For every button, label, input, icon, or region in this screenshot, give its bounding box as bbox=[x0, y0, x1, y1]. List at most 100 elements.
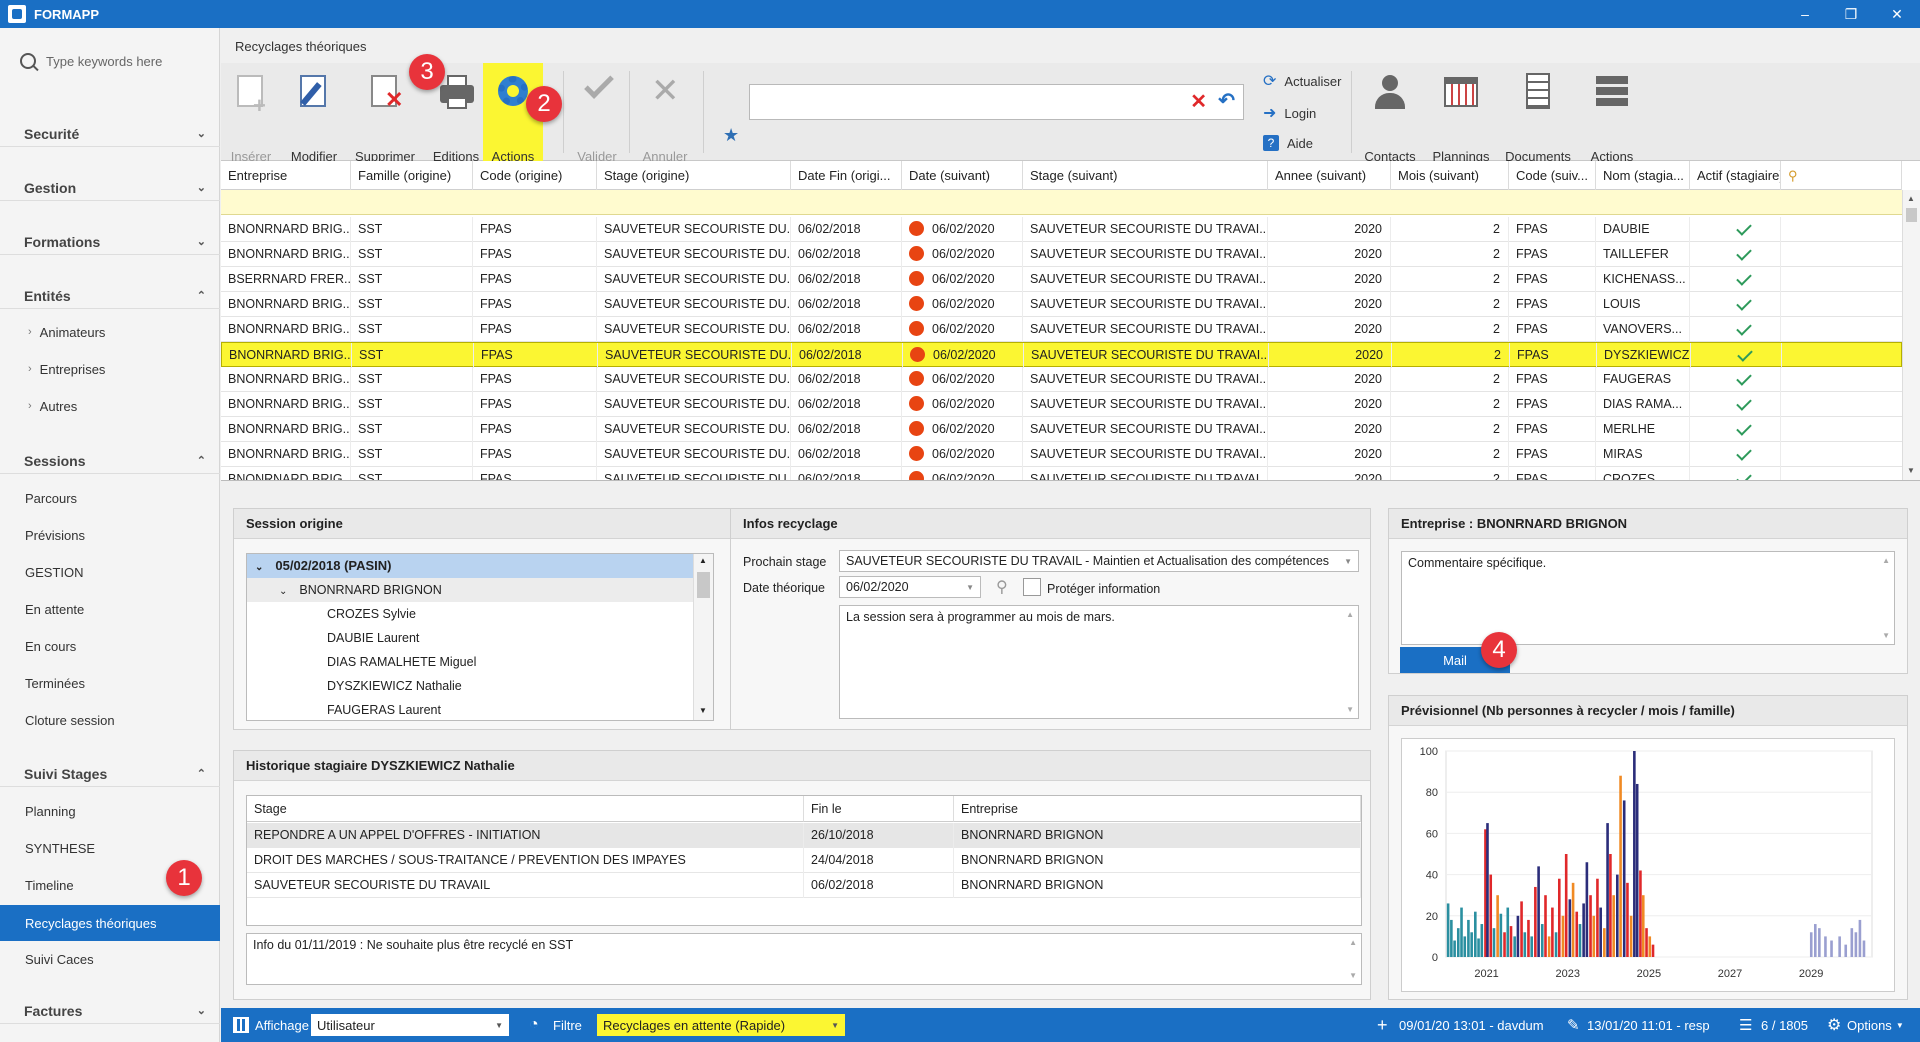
inserer-button[interactable]: + Insérer bbox=[223, 63, 279, 164]
historique-info-textarea[interactable]: Info du 01/11/2019 : Ne souhaite plus êt… bbox=[246, 933, 1362, 985]
favorite-star-icon[interactable]: ★ bbox=[723, 125, 739, 146]
nav-section-sessions[interactable]: Sessions ⌃ bbox=[0, 448, 220, 474]
plannings-button[interactable]: Plannings bbox=[1426, 63, 1496, 164]
column-header[interactable]: Code (suiv... bbox=[1509, 161, 1596, 190]
sidebar-item-entreprises[interactable]: › Entreprises bbox=[0, 354, 220, 384]
sidebar-item-terminees[interactable]: Terminées bbox=[0, 668, 220, 698]
sidebar-item-animateurs[interactable]: › Animateurs bbox=[0, 317, 220, 347]
documents-button[interactable]: Documents bbox=[1499, 63, 1577, 164]
scroll-thumb[interactable] bbox=[1906, 208, 1917, 222]
modifier-button[interactable]: Modifier bbox=[281, 63, 347, 164]
sidebar-item-recyclages-theoriques[interactable]: Recyclages théoriques bbox=[0, 905, 220, 941]
close-button[interactable]: ✕ bbox=[1874, 0, 1920, 28]
undo-icon[interactable]: ↶ bbox=[1218, 88, 1235, 113]
scroll-down-icon[interactable]: ▼ bbox=[1882, 631, 1890, 640]
clear-search-icon[interactable]: ✕ bbox=[1190, 89, 1207, 114]
filtre-select[interactable]: Recyclages en attente (Rapide) ▼ bbox=[597, 1014, 845, 1036]
sidebar-item-en-cours[interactable]: En cours bbox=[0, 631, 220, 661]
column-header[interactable]: Stage (origine) bbox=[597, 161, 791, 190]
table-row[interactable]: BNONRNARD BRIG... SST FPAS SAUVETEUR SECOUR… bbox=[221, 217, 1902, 242]
scroll-thumb[interactable] bbox=[697, 572, 710, 598]
sidebar-search[interactable]: Type keywords here bbox=[20, 53, 162, 69]
scroll-down-icon[interactable]: ▼ bbox=[1907, 466, 1915, 475]
sidebar-item-parcours[interactable]: Parcours bbox=[0, 483, 220, 513]
table-row[interactable]: BNONRNARD BRIG... SST FPAS SAUVETEUR SECOUR… bbox=[221, 392, 1902, 417]
key-icon[interactable]: ⚲ bbox=[996, 577, 1008, 597]
table-row[interactable]: BNONRNARD BRIG... SST FPAS SAUVETEUR SECOUR… bbox=[221, 242, 1902, 267]
column-header-fin[interactable]: Fin le bbox=[804, 796, 954, 822]
chevron-down-icon[interactable]: ⌄ bbox=[279, 586, 287, 597]
tree-scrollbar[interactable]: ▲ ▼ bbox=[693, 554, 713, 720]
sidebar-item-gestion[interactable]: GESTION bbox=[0, 557, 220, 587]
actions-right-button[interactable]: Actions bbox=[1579, 63, 1645, 164]
valider-button[interactable]: Valider bbox=[567, 63, 627, 164]
chevron-down-icon[interactable]: ⌄ bbox=[255, 562, 263, 573]
column-header[interactable]: Date Fin (origi... bbox=[791, 161, 902, 190]
column-header-stage[interactable]: Stage bbox=[247, 796, 804, 822]
sidebar-item-synthese[interactable]: SYNTHESE bbox=[0, 833, 220, 863]
nav-section-factures[interactable]: Factures ⌄ bbox=[0, 998, 220, 1024]
login-button[interactable]: ➜ Login bbox=[1263, 103, 1316, 123]
aide-button[interactable]: ? Aide bbox=[1263, 135, 1313, 151]
nav-section-formations[interactable]: Formations ⌄ bbox=[0, 229, 220, 255]
column-header[interactable]: Date (suivant) bbox=[902, 161, 1023, 190]
scroll-up-icon[interactable]: ▲ bbox=[1907, 194, 1915, 203]
annuler-button[interactable]: ✕ Annuler bbox=[633, 63, 697, 164]
column-header[interactable]: Nom (stagia... bbox=[1596, 161, 1690, 190]
search-placeholder[interactable]: Type keywords here bbox=[46, 54, 162, 69]
column-header[interactable]: Mois (suivant) bbox=[1391, 161, 1509, 190]
contacts-button[interactable]: Contacts bbox=[1357, 63, 1423, 164]
nav-section-suivi-stages[interactable]: Suivi Stages ⌃ bbox=[0, 761, 220, 787]
table-row[interactable]: BNONRNARD BRIG... SST FPAS SAUVETEUR SECOUR… bbox=[221, 442, 1902, 467]
sidebar-item-previsions[interactable]: Prévisions bbox=[0, 520, 220, 550]
column-header[interactable]: Famille (origine) bbox=[351, 161, 473, 190]
grid-filter-row[interactable] bbox=[221, 190, 1902, 215]
grid-vertical-scrollbar[interactable]: ▲ ▼ bbox=[1902, 190, 1920, 480]
table-row[interactable]: BNONRNARD BRIG... SST FPAS SAUVETEUR SECOUR… bbox=[221, 342, 1902, 368]
sidebar-item-suivi-caces[interactable]: Suivi Caces bbox=[0, 944, 220, 974]
gear-icon[interactable]: ⚙ bbox=[1827, 1008, 1841, 1042]
table-row[interactable]: BNONRNARD BRIG... SST FPAS SAUVETEUR SECOUR… bbox=[221, 417, 1902, 442]
recyclage-note-textarea[interactable]: La session sera à programmer au mois de … bbox=[839, 605, 1359, 719]
table-row[interactable]: BNONRNARD BRIG... SST FPAS SAUVETEUR SECOUR… bbox=[221, 367, 1902, 392]
table-row[interactable]: REPONDRE A UN APPEL D'OFFRES - INITIATIO… bbox=[247, 823, 1361, 848]
scroll-up-icon[interactable]: ▲ bbox=[1349, 938, 1357, 947]
column-header[interactable]: Annee (suivant) bbox=[1268, 161, 1391, 190]
affichage-select[interactable]: Utilisateur ▼ bbox=[311, 1014, 509, 1036]
scroll-down-icon[interactable]: ▼ bbox=[699, 706, 707, 715]
sidebar-item-en-attente[interactable]: En attente bbox=[0, 594, 220, 624]
column-header-entreprise[interactable]: Entreprise bbox=[954, 796, 1361, 822]
actualiser-button[interactable]: ⟳ Actualiser bbox=[1263, 71, 1341, 91]
date-theorique-input[interactable]: 06/02/2020 ▼ bbox=[839, 576, 981, 598]
table-row[interactable]: BSERRNARD FRER... SST FPAS SAUVETEUR SECOUR… bbox=[221, 267, 1902, 292]
scroll-up-icon[interactable]: ▲ bbox=[1882, 556, 1890, 565]
column-header[interactable]: Code (origine) bbox=[473, 161, 597, 190]
table-row[interactable]: BNONRNARD BRIG... SST FPAS SAUVETEUR SECOUR… bbox=[221, 467, 1902, 480]
nav-section-gestion[interactable]: Gestion ⌄ bbox=[0, 175, 220, 201]
tree-person[interactable]: DIAS RAMALHETE Miguel bbox=[247, 650, 695, 674]
grid-search-input[interactable]: ✕ ↶ bbox=[749, 84, 1244, 120]
options-button[interactable]: Options ▼ bbox=[1847, 1008, 1904, 1042]
column-header[interactable]: Stage (suivant) bbox=[1023, 161, 1268, 190]
column-header[interactable]: Actif (stagiaire) bbox=[1690, 161, 1781, 190]
nav-section-entites[interactable]: Entités ⌃ bbox=[0, 283, 220, 309]
tree-person[interactable]: DAUBIE Laurent bbox=[247, 626, 695, 650]
prochain-stage-select[interactable]: SAUVETEUR SECOURISTE DU TRAVAIL - Mainti… bbox=[839, 550, 1359, 572]
column-header[interactable]: Entreprise bbox=[221, 161, 351, 190]
scroll-up-icon[interactable]: ▲ bbox=[699, 556, 707, 565]
nav-section-securite[interactable]: Securité ⌄ bbox=[0, 121, 220, 147]
tree-root[interactable]: ⌄ 05/02/2018 (PASIN) bbox=[247, 554, 695, 578]
tree-company[interactable]: ⌄ BNONRNARD BRIGNON bbox=[247, 578, 695, 602]
table-row[interactable]: DROIT DES MARCHES / SOUS-TRAITANCE / PRE… bbox=[247, 848, 1361, 873]
maximize-button[interactable]: ❐ bbox=[1828, 0, 1874, 28]
tree-person[interactable]: DYSZKIEWICZ Nathalie bbox=[247, 674, 695, 698]
scroll-down-icon[interactable]: ▼ bbox=[1346, 705, 1354, 714]
tree-person[interactable]: FAUGERAS Laurent bbox=[247, 698, 695, 720]
minimize-button[interactable]: – bbox=[1782, 0, 1828, 28]
sidebar-item-planning[interactable]: Planning bbox=[0, 796, 220, 826]
scroll-up-icon[interactable]: ▲ bbox=[1346, 610, 1354, 619]
scroll-down-icon[interactable]: ▼ bbox=[1349, 971, 1357, 980]
commentaire-textarea[interactable]: Commentaire spécifique. ▲ ▼ bbox=[1401, 551, 1895, 645]
tree-person[interactable]: CROZES Sylvie bbox=[247, 602, 695, 626]
proteger-checkbox[interactable] bbox=[1023, 578, 1041, 596]
